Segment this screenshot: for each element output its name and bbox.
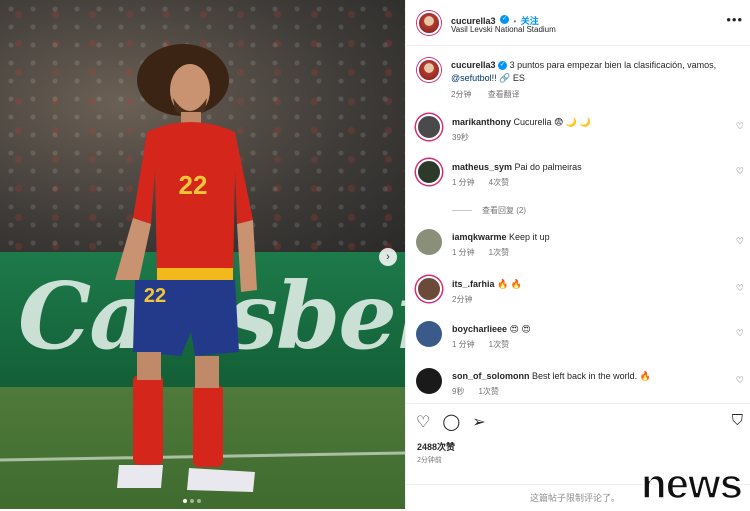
comment-time: 39秒 [452, 133, 469, 142]
more-options-icon[interactable]: ••• [726, 12, 743, 27]
commenter-username[interactable]: its_.farhia [452, 279, 495, 289]
carousel-dot [183, 499, 187, 503]
comment-likes[interactable]: 1次赞 [489, 248, 509, 257]
carousel-dot [197, 499, 201, 503]
location-link[interactable]: Vasil Levski National Stadium [451, 25, 556, 34]
like-comment-icon[interactable]: ♡ [736, 166, 744, 177]
commenter-avatar[interactable] [416, 229, 442, 255]
like-icon[interactable]: ♡ [416, 412, 430, 432]
commenter-avatar[interactable] [416, 368, 442, 394]
caption-tail: !! 🔗 ES [491, 73, 525, 83]
comment-text: 🔥 🔥 [497, 279, 522, 289]
carousel-dot [190, 499, 194, 503]
post-panel: cucurella3 ✓ • 关注 Vasil Levski National … [405, 0, 750, 509]
caption-mention[interactable]: @sefutbol [451, 73, 492, 83]
caption-username[interactable]: cucurella3 [451, 60, 496, 70]
share-icon[interactable]: ➢ [472, 412, 485, 432]
verified-icon: ✓ [498, 61, 508, 71]
like-comment-icon[interactable]: ♡ [736, 328, 744, 339]
post-photo[interactable]: Carlsberg 22 22 › [0, 0, 405, 509]
comment-text: Cucurella 😨 🌙 🌙 [513, 117, 591, 127]
comment-time: 2分钟 [452, 295, 473, 304]
like-comment-icon[interactable]: ♡ [736, 236, 744, 247]
post-header: cucurella3 ✓ • 关注 Vasil Levski National … [406, 0, 750, 46]
comment-time: 1 分钟 [452, 248, 475, 257]
author-avatar[interactable] [417, 11, 441, 35]
commenter-avatar[interactable] [416, 276, 442, 302]
news-watermark: news [640, 459, 744, 508]
commenter-avatar[interactable] [416, 159, 442, 185]
caption: cucurella3 ✓ 3 puntos para empezar bien … [451, 59, 741, 85]
like-count[interactable]: 2488次赞 [417, 440, 455, 453]
commenter-username[interactable]: matheus_sym [452, 162, 512, 172]
like-comment-icon[interactable]: ♡ [736, 121, 744, 132]
view-replies-link[interactable]: 查看回复 (2) [452, 205, 526, 216]
caption-time: 2分钟 [451, 90, 472, 99]
shorts-number: 22 [144, 285, 166, 307]
player-figure: 22 22 [115, 44, 257, 492]
comment-icon[interactable]: ◯ [442, 412, 460, 432]
commenter-username[interactable]: boycharlieee [452, 324, 507, 334]
post-time: 2分钟前 [417, 457, 442, 464]
comment-text: Keep it up [509, 232, 550, 242]
jersey-number: 22 [179, 170, 208, 200]
like-comment-icon[interactable]: ♡ [736, 375, 744, 386]
verified-icon: ✓ [499, 15, 509, 25]
comment-time: 9秒 [452, 387, 465, 396]
comment-likes[interactable]: 1次赞 [489, 340, 509, 349]
comment-text: Pai do palmeiras [514, 162, 582, 172]
carousel-dots [183, 499, 201, 503]
commenter-username[interactable]: son_of_solomonn [452, 371, 530, 381]
comment-time: 1 分钟 [452, 178, 475, 187]
comment-text: Best left back in the world. 🔥 [532, 371, 651, 381]
commenter-username[interactable]: iamqkwarme [452, 232, 507, 242]
commenter-avatar[interactable] [416, 114, 442, 140]
comment-likes[interactable]: 4次赞 [489, 178, 509, 187]
comment-likes[interactable]: 1次赞 [478, 387, 498, 396]
like-comment-icon[interactable]: ♡ [736, 283, 744, 294]
comment-time: 1 分钟 [452, 340, 475, 349]
caption-meta: 2分钟 查看翻译 [451, 89, 520, 100]
caption-text: 3 puntos para empezar bien la clasificac… [509, 60, 717, 70]
caption-avatar[interactable] [417, 58, 441, 82]
comment-text: 😍 😍 [509, 324, 531, 334]
translate-link[interactable]: 查看翻译 [488, 90, 520, 99]
commenter-avatar[interactable] [416, 321, 442, 347]
next-photo-button[interactable]: › [379, 248, 397, 266]
commenter-username[interactable]: marikanthony [452, 117, 511, 127]
bookmark-icon[interactable]: ⛉ [732, 412, 743, 429]
